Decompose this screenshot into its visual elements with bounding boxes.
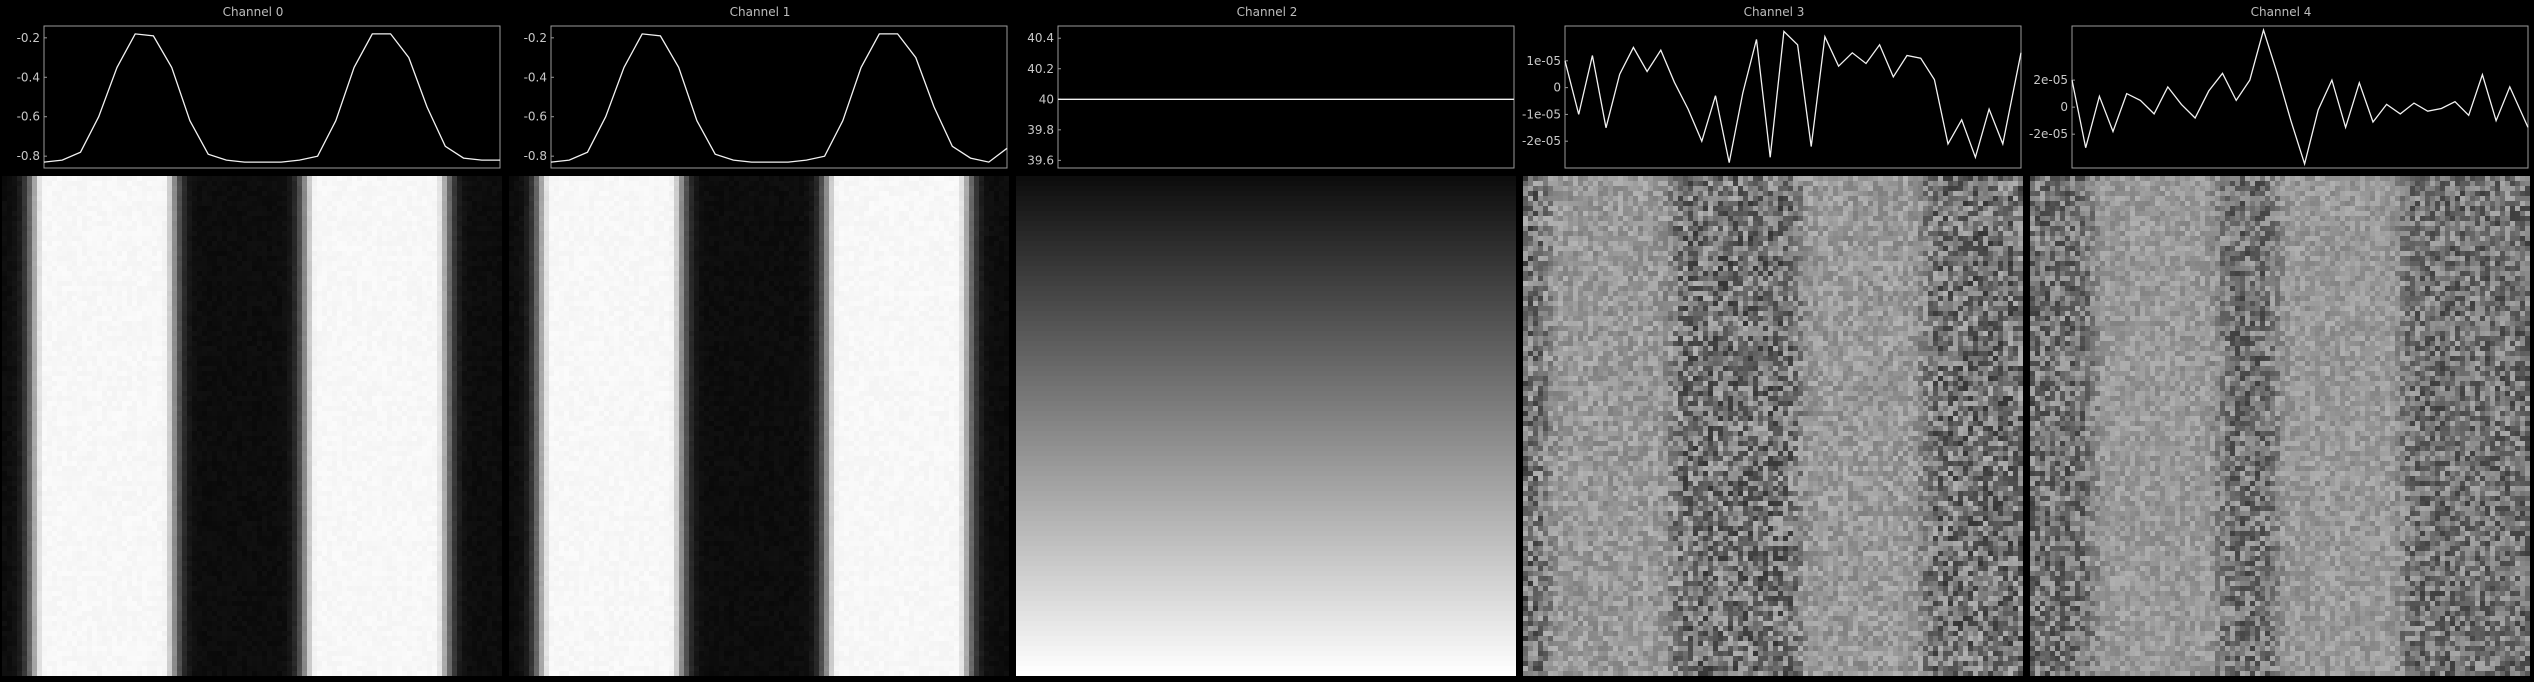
- line-plot: 1e-05 0 -1e-05 -2e-05: [1522, 25, 2022, 169]
- channel-panel-1: Channel 1 -0.2 -0.4 -0.6 -0.8: [507, 0, 1013, 682]
- y-tick-label: 2e-05: [2033, 73, 2068, 87]
- line-plot: -0.2 -0.4 -0.6 -0.8: [524, 25, 1008, 169]
- channel-panel-4: Channel 4 2e-05 0 -2e-05: [2028, 0, 2534, 682]
- y-tick-label: 40.2: [1027, 62, 1054, 76]
- series-line: [550, 33, 1008, 163]
- y-tick-label: -0.4: [17, 70, 40, 84]
- heatmap-image: [2, 176, 502, 676]
- y-tick-label: -0.6: [17, 110, 40, 124]
- series-line: [2071, 27, 2529, 167]
- y-tick-label: -0.2: [17, 31, 40, 45]
- heatmap-image: [1016, 176, 1516, 676]
- plot-frame: [550, 25, 1008, 169]
- y-tick-label: -0.4: [524, 70, 547, 84]
- plot-frame: [2071, 25, 2529, 169]
- y-tick-label: 0: [2060, 100, 2068, 114]
- y-tick-label: 39.8: [1027, 123, 1054, 137]
- y-tick-label: -2e-05: [2029, 127, 2068, 141]
- y-tick-label: -0.8: [17, 149, 40, 163]
- y-tick-label: -0.6: [524, 110, 547, 124]
- plot-frame: [1057, 25, 1515, 169]
- y-tick-label: -0.2: [524, 31, 547, 45]
- y-tick-label: 40: [1039, 92, 1054, 106]
- heatmap-image: [1523, 176, 2023, 676]
- channel-panel-3: Channel 3 1e-05 0 -1e-05 -2e-05: [1521, 0, 2027, 682]
- y-tick-label: 1e-05: [1526, 54, 1561, 68]
- series-line: [1564, 30, 2022, 163]
- channel-panel-0: Channel 0 -0.2 -0.4 -0.6 -0.8: [0, 0, 506, 682]
- y-tick-label: 39.6: [1027, 153, 1054, 167]
- y-tick-label: -2e-05: [1522, 134, 1561, 148]
- y-tick-label: 0: [1553, 81, 1561, 95]
- y-tick-label: -1e-05: [1522, 107, 1561, 121]
- line-plot: 40.4 40.2 40 39.8 39.6: [1027, 25, 1515, 169]
- y-tick-label: -0.8: [524, 149, 547, 163]
- channel-panel-2: Channel 2 40.4 40.2 40 39.8 39.6: [1014, 0, 1520, 682]
- heatmap-image: [509, 176, 1009, 676]
- plot-frame: [43, 25, 501, 169]
- line-plot: -0.2 -0.4 -0.6 -0.8: [17, 25, 501, 169]
- line-plot: 2e-05 0 -2e-05: [2029, 25, 2529, 169]
- series-line: [43, 33, 500, 163]
- y-tick-label: 40.4: [1027, 31, 1054, 45]
- heatmap-image: [2030, 176, 2530, 676]
